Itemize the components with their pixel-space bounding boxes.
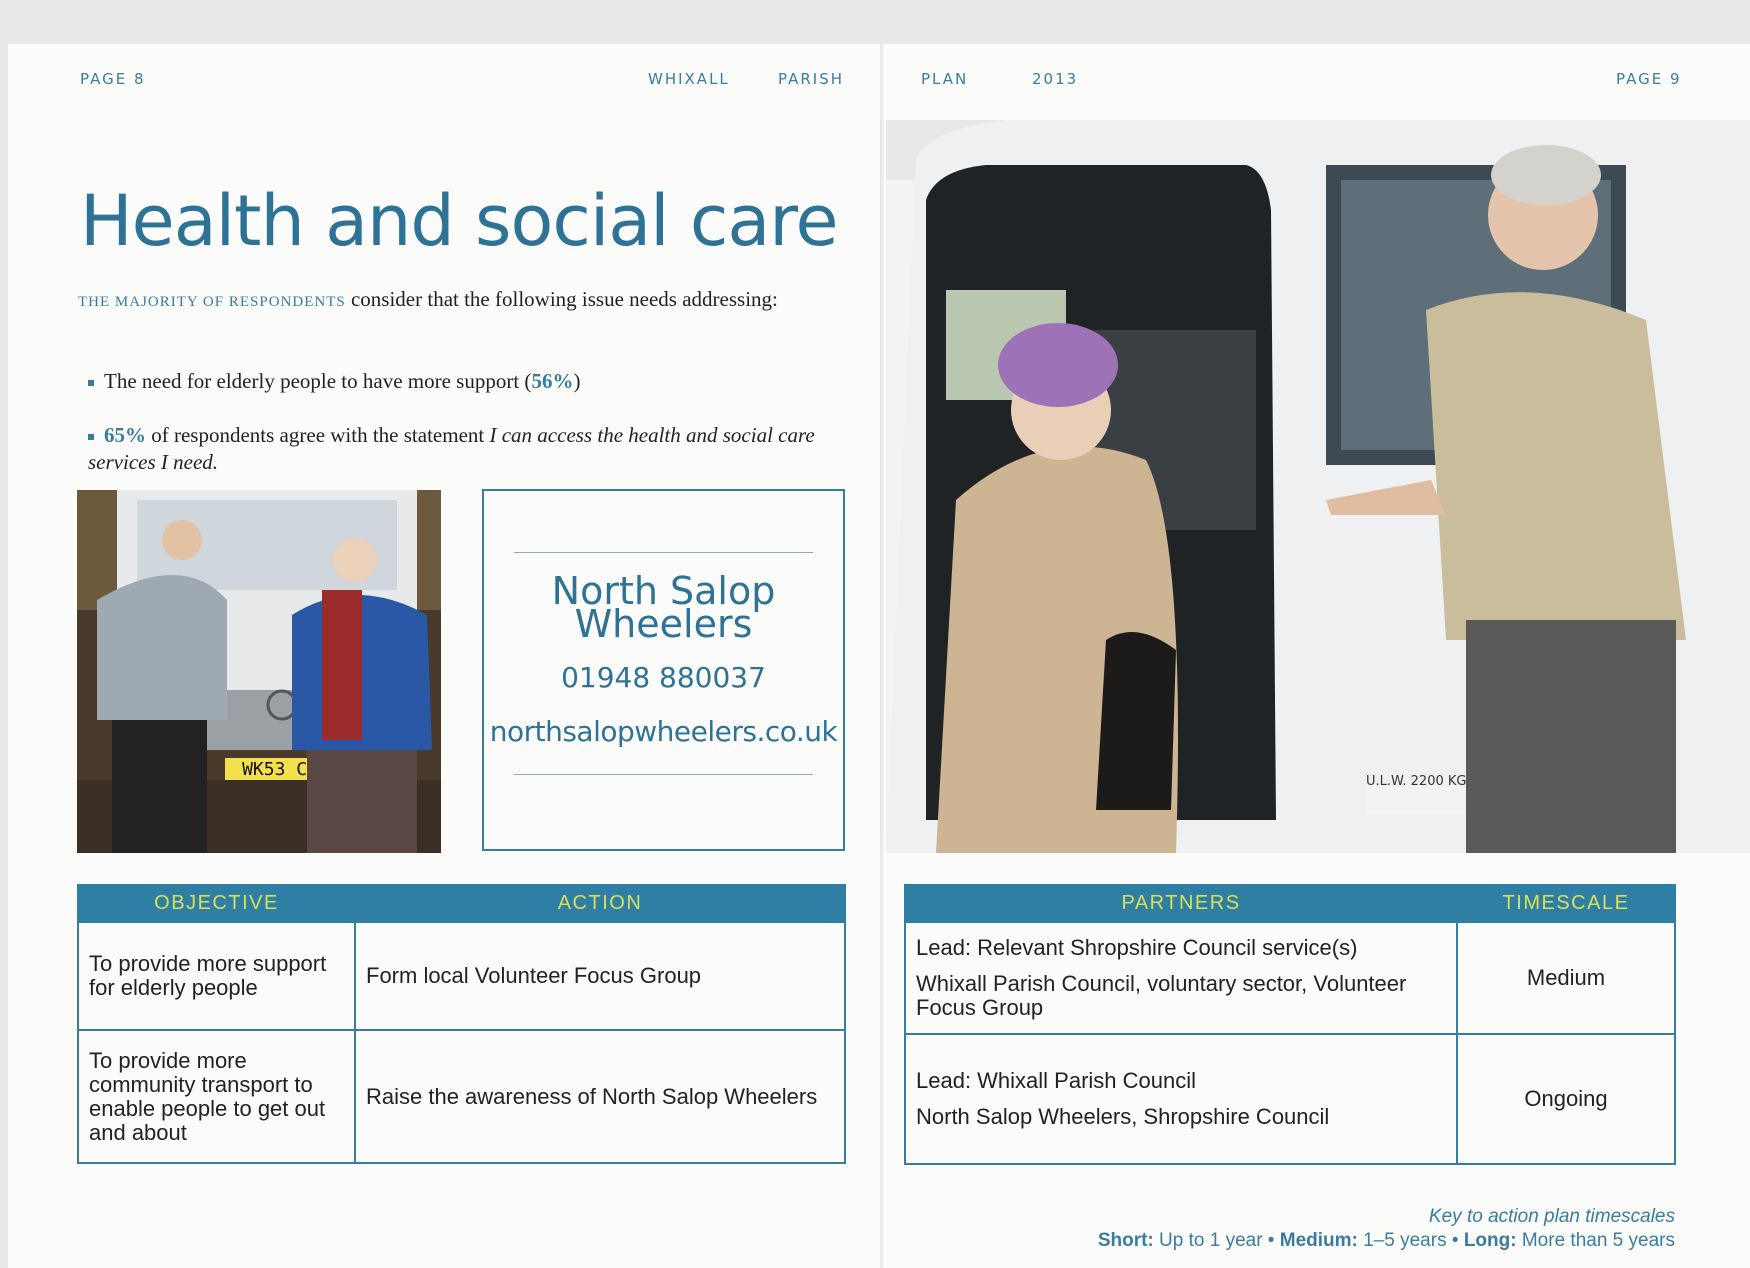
- bullet-marker: [88, 380, 94, 387]
- bullet-marker: [88, 434, 94, 441]
- column-header-timescale: TIMESCALE: [1456, 884, 1676, 923]
- bullet1-text: The need for elderly people to have more…: [104, 369, 532, 393]
- column-header-partners: PARTNERS: [904, 884, 1458, 923]
- key-medium-value: 1–5 years: [1363, 1230, 1447, 1251]
- bullet2-percent: 65%: [104, 423, 146, 447]
- bullet-elderly-support: The need for elderly people to have more…: [88, 368, 848, 395]
- key-values: Short: Up to 1 year • Medium: 1–5 years …: [1097, 1230, 1675, 1251]
- bullet1-close: ): [573, 369, 581, 393]
- table-row: Lead: Relevant Shropshire Council servic…: [904, 921, 1676, 1035]
- intro-paragraph: THE MAJORITY OF RESPONDENTS consider tha…: [78, 286, 818, 315]
- key-short-label: Short:: [1097, 1230, 1154, 1251]
- photo-woman-leaving-bus: U.L.W. 2200 KG: [886, 120, 1750, 853]
- key-short-value: Up to 1 year: [1159, 1230, 1263, 1251]
- phone-number: 01948 880037: [561, 661, 766, 694]
- intro-text: consider that the following issue needs …: [350, 287, 778, 311]
- timescale-cell: Ongoing: [1456, 1033, 1676, 1165]
- key-long-label: Long:: [1463, 1230, 1517, 1251]
- action-cell: Raise the awareness of North Salop Wheel…: [354, 1029, 846, 1164]
- bullet-access-services: 65% of respondents agree with the statem…: [88, 422, 848, 476]
- key-medium-label: Medium:: [1279, 1230, 1358, 1251]
- lead-partner: Lead: Whixall Parish Council: [916, 1068, 1197, 1093]
- van-weight-label: U.L.W. 2200 KG: [1366, 774, 1466, 789]
- table-row: Lead: Whixall Parish Council North Salop…: [904, 1033, 1676, 1165]
- page-gutter: [880, 44, 884, 1268]
- divider: [514, 774, 813, 775]
- page-title: Health and social care: [80, 180, 839, 262]
- timescale-key: Key to action plan timescales Short: Up …: [1098, 1205, 1675, 1253]
- partners-cell: Lead: Relevant Shropshire Council servic…: [904, 921, 1458, 1035]
- website-link[interactable]: northsalopwheelers.co.uk: [484, 715, 843, 748]
- intro-caps: THE MAJORITY OF RESPONDENTS: [78, 294, 346, 310]
- lead-partner: Lead: Relevant Shropshire Council servic…: [916, 935, 1358, 960]
- objective-cell: To provide more support for elderly peop…: [77, 921, 356, 1031]
- photo-couple-with-van: WK53 CS: [77, 490, 441, 853]
- column-header-objective: OBJECTIVE: [77, 884, 356, 923]
- page-number-right: PAGE 9: [1616, 70, 1682, 88]
- bullet1-percent: 56%: [531, 369, 574, 393]
- north-salop-wheelers-box: North Salop Wheelers 01948 880037 norths…: [482, 489, 845, 851]
- running-head-whixall: WHIXALL: [648, 70, 730, 88]
- partners-cell: Lead: Whixall Parish Council North Salop…: [904, 1033, 1458, 1165]
- action-cell: Form local Volunteer Focus Group: [354, 921, 846, 1031]
- running-head-year: 2013: [1032, 70, 1079, 88]
- table-row: To provide more community transport to e…: [77, 1029, 846, 1164]
- column-header-action: ACTION: [354, 884, 846, 923]
- divider: [514, 552, 813, 553]
- timescale-cell: Medium: [1456, 921, 1676, 1035]
- table-row: To provide more support for elderly peop…: [77, 921, 846, 1031]
- bullet2-text: of respondents agree with the statement: [151, 423, 485, 447]
- running-head-plan: PLAN: [921, 70, 969, 88]
- running-head-parish: PARISH: [778, 70, 844, 88]
- plate-text: WK53 CS: [242, 759, 318, 780]
- action-plan-table-right: PARTNERS TIMESCALE Lead: Relevant Shrops…: [904, 884, 1676, 1165]
- page-number-left: PAGE 8: [80, 70, 146, 88]
- action-plan-table-left: OBJECTIVE ACTION To provide more support…: [77, 884, 846, 1164]
- org-name-line2: Wheelers: [574, 602, 753, 646]
- key-long-value: More than 5 years: [1521, 1230, 1675, 1251]
- key-heading: Key to action plan timescales: [1428, 1206, 1675, 1227]
- objective-cell: To provide more community transport to e…: [77, 1029, 356, 1164]
- org-name: North Salop Wheelers: [484, 572, 843, 646]
- other-partners: North Salop Wheelers, Shropshire Council: [916, 1104, 1330, 1129]
- other-partners: Whixall Parish Council, voluntary sector…: [916, 971, 1407, 1020]
